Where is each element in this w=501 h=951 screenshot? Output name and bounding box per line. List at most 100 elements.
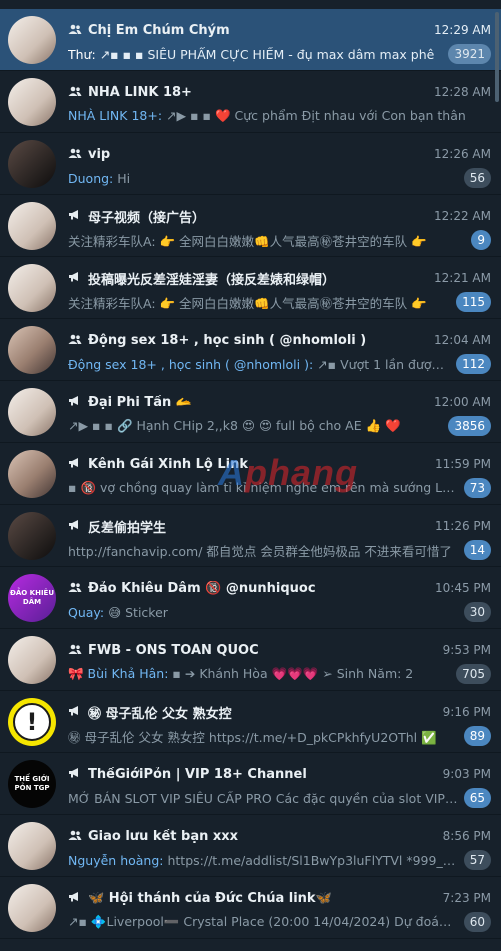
chat-time: 12:21 AM	[434, 271, 491, 285]
chat-item[interactable]: 🦋 Hội thánh của Đức Chúa link🦋 7:23 PM ↗▪ …	[0, 877, 501, 939]
chat-title-row: Giao lưu kết bạn xxx 8:56 PM	[68, 827, 491, 845]
chat-item[interactable]: ĐẢO KHIÊU DÂM Đảo Khiêu Dâm 🔞 @nunhiquoc 1…	[0, 567, 501, 629]
chat-preview: Nguyễn hoàng: https://t.me/addlist/Sl1Bw…	[68, 853, 458, 868]
unread-badge: 57	[463, 850, 491, 870]
chat-preview: Động sex 18+ , học sinh ( @nhomloli ): ↗…	[68, 357, 450, 372]
avatar: !	[8, 698, 56, 746]
chat-preview: 关注精彩车队A: 👉 全网白白嫩嫩👊人气最高㊙苍井空的车队 👉	[68, 293, 450, 312]
chat-item[interactable]: Giao lưu kết bạn xxx 8:56 PM Nguyễn hoàng:…	[0, 815, 501, 877]
chat-preview: ㊙ 母子乱伦 父女 熟女控 https://t.me/+D_pkCPkhfyU2…	[68, 727, 458, 746]
chat-message: 关注精彩车队A: 👉 全网白白嫩嫩👊人气最高㊙苍井空的车队 👉	[68, 295, 427, 311]
avatar-logo-text: ĐẢO KHIÊU DÂM	[9, 589, 55, 606]
chat-item[interactable]: vip 12:26 AM Duong: Hi 56	[0, 133, 501, 195]
exclamation-icon: !	[13, 703, 51, 741]
chat-message: ↗▶ ▪ ▪ 🔗 Hạnh CHip 2,,k8 😍 😍 full bộ cho…	[68, 418, 401, 433]
group-icon	[68, 582, 84, 595]
avatar	[8, 78, 56, 126]
chat-message: https://t.me/addlist/Sl1BwYp3luFlYTVl *9…	[167, 852, 458, 868]
chat-item[interactable]: 母子视频（接广告） 12:22 AM 关注精彩车队A: 👉 全网白白嫩嫩👊人气最高㊙…	[0, 195, 501, 257]
avatar	[8, 636, 56, 684]
megaphone-icon	[68, 705, 84, 719]
group-icon	[68, 24, 84, 37]
chat-preview-row: NHÀ LINK 18+: ↗▶ ▪ ▪ ❤️ Cực phẩm Địt nha…	[68, 107, 491, 125]
unread-badge: 3921	[448, 44, 491, 64]
chat-preview-row: Quay: 😅 Sticker 30	[68, 602, 491, 622]
chat-item[interactable]: Chị Em Chúm Chým 12:29 AM Thư: ↗▪ ▪ ▪ SIÊU…	[0, 9, 501, 71]
avatar: THẾ GIỚI PỎN TGP	[8, 760, 56, 808]
group-icon	[68, 830, 84, 843]
chat-item[interactable]: THẾ GIỚI PỎN TGP ThếGiớiPỏn | VIP 18+ Cha…	[0, 753, 501, 815]
chat-message: ㊙ 母子乱伦 父女 熟女控 https://t.me/+D_pkCPkhfyU2…	[68, 729, 437, 745]
chat-title: ThếGiớiPỏn | VIP 18+ Channel	[88, 766, 307, 782]
chat-title-row: ThếGiớiPỏn | VIP 18+ Channel 9:03 PM	[68, 765, 491, 783]
chat-sender: Thư:	[68, 46, 96, 62]
chat-item[interactable]: ! ㊙ 母子乱伦 父女 熟女控 9:16 PM ㊙ 母子乱伦 父女 熟女控 https…	[0, 691, 501, 753]
chat-title: 🦋 Hội thánh của Đức Chúa link🦋	[88, 890, 332, 906]
chat-time: 12:28 AM	[434, 85, 491, 99]
chat-item[interactable]: Đại Phi Tần 🫴 12:00 AM ↗▶ ▪ ▪ 🔗 Hạnh CHip …	[0, 381, 501, 443]
chat-title: vip	[88, 146, 111, 162]
chat-title: Chị Em Chúm Chým	[88, 22, 230, 38]
unread-badge: 65	[463, 788, 491, 808]
chat-title: 投稿曝光反差淫娃淫妻（接反差婊和绿帽）	[88, 272, 336, 288]
chat-title: NHÀ LINK 18+	[88, 84, 192, 100]
chat-message: 关注精彩车队A: 👉 全网白白嫩嫩👊人气最高㊙苍井空的车队 👉	[68, 233, 427, 249]
avatar	[8, 202, 56, 250]
chat-preview: 关注精彩车队A: 👉 全网白白嫩嫩👊人气最高㊙苍井空的车队 👉	[68, 231, 465, 250]
chat-sender: Động sex 18+ , học sinh ( @nhomloli ):	[68, 356, 314, 372]
chat-title-row: Kênh Gái Xinh Lộ Link 11:59 PM	[68, 455, 491, 473]
chat-preview: ▪ 🔞 vợ chồng quay làm tỉ kỉ niệm nghe em…	[68, 480, 458, 496]
chat-title-row: vip 12:26 AM	[68, 145, 491, 163]
chat-item[interactable]: FWB - ONS TOÀN QUỐC 9:53 PM 🎀 Bùi Khả Hân:…	[0, 629, 501, 691]
chat-preview: NHÀ LINK 18+: ↗▶ ▪ ▪ ❤️ Cực phẩm Địt nha…	[68, 108, 491, 124]
chat-time: 9:16 PM	[442, 705, 491, 719]
megaphone-icon	[68, 767, 84, 781]
group-icon	[68, 86, 84, 99]
chat-preview: MỞ BÁN SLOT VIP SIÊU CẤP PRO Các đặc quy…	[68, 791, 458, 806]
chat-title: FWB - ONS TOÀN QUỐC	[88, 642, 259, 658]
chat-title-row: Chị Em Chúm Chým 12:29 AM	[68, 21, 491, 39]
chat-message: 😅 Sticker	[108, 604, 168, 620]
avatar	[8, 264, 56, 312]
chat-preview-row: MỞ BÁN SLOT VIP SIÊU CẤP PRO Các đặc quy…	[68, 788, 491, 808]
chat-title-row: Đảo Khiêu Dâm 🔞 @nunhiquoc 10:45 PM	[68, 579, 491, 597]
scrollbar[interactable]	[495, 12, 499, 102]
chat-title: Đại Phi Tần 🫴	[88, 394, 193, 410]
chat-preview-row: Động sex 18+ , học sinh ( @nhomloli ): ↗…	[68, 354, 491, 374]
chat-preview-row: ▪ 🔞 vợ chồng quay làm tỉ kỉ niệm nghe em…	[68, 478, 491, 498]
avatar	[8, 140, 56, 188]
unread-badge: 115	[456, 292, 491, 312]
avatar	[8, 884, 56, 932]
chat-sender: NHÀ LINK 18+:	[68, 108, 163, 123]
chat-preview-row: http://fanchavip.com/ 都自觉点 会员群全他妈极品 不进来看…	[68, 540, 491, 560]
chat-title-row: 母子视频（接广告） 12:22 AM	[68, 207, 491, 226]
chat-list: Chị Em Chúm Chým 12:29 AM Thư: ↗▪ ▪ ▪ SIÊU…	[0, 9, 501, 939]
chat-title-row: Động sex 18+ , học sinh ( @nhomloli ) 12:…	[68, 331, 491, 349]
chat-preview-row: 关注精彩车队A: 👉 全网白白嫩嫩👊人气最高㊙苍井空的车队 👉 9	[68, 230, 491, 250]
chat-time: 12:04 AM	[434, 333, 491, 347]
chat-time: 12:29 AM	[434, 23, 491, 37]
chat-title-row: FWB - ONS TOÀN QUỐC 9:53 PM	[68, 641, 491, 659]
avatar	[8, 326, 56, 374]
chat-message: ▪ ➔ Khánh Hòa 💗💗💗 ➢ Sinh Năm: 2	[172, 666, 414, 681]
chat-item[interactable]: 反差偷拍学生 11:26 PM http://fanchavip.com/ 都自觉点…	[0, 505, 501, 567]
chat-title-row: Đại Phi Tần 🫴 12:00 AM	[68, 393, 491, 411]
unread-badge: 73	[463, 478, 491, 498]
chat-preview: 🎀 Bùi Khả Hân: ▪ ➔ Khánh Hòa 💗💗💗 ➢ Sinh …	[68, 666, 450, 682]
chat-item[interactable]: Động sex 18+ , học sinh ( @nhomloli ) 12:…	[0, 319, 501, 381]
chat-item[interactable]: Kênh Gái Xinh Lộ Link 11:59 PM ▪ 🔞 vợ chồn…	[0, 443, 501, 505]
unread-badge: 56	[463, 168, 491, 188]
megaphone-icon	[68, 395, 84, 409]
chat-sender: 🎀 Bùi Khả Hân:	[68, 666, 169, 681]
megaphone-icon	[68, 209, 84, 223]
chat-item[interactable]: NHÀ LINK 18+ 12:28 AM NHÀ LINK 18+: ↗▶ ▪ ▪…	[0, 71, 501, 133]
chat-preview-row: Duong: Hi 56	[68, 168, 491, 188]
chat-item[interactable]: 投稿曝光反差淫娃淫妻（接反差婊和绿帽） 12:21 AM 关注精彩车队A: 👉 全网…	[0, 257, 501, 319]
chat-preview: ↗▶ ▪ ▪ 🔗 Hạnh CHip 2,,k8 😍 😍 full bộ cho…	[68, 418, 442, 434]
chat-preview: Quay: 😅 Sticker	[68, 605, 458, 620]
chat-preview: http://fanchavip.com/ 都自觉点 会员群全他妈极品 不进来看…	[68, 541, 458, 560]
group-icon	[68, 148, 84, 161]
unread-badge: 30	[463, 602, 491, 622]
chat-time: 8:56 PM	[442, 829, 491, 843]
chat-title: 母子视频（接广告）	[88, 210, 206, 226]
